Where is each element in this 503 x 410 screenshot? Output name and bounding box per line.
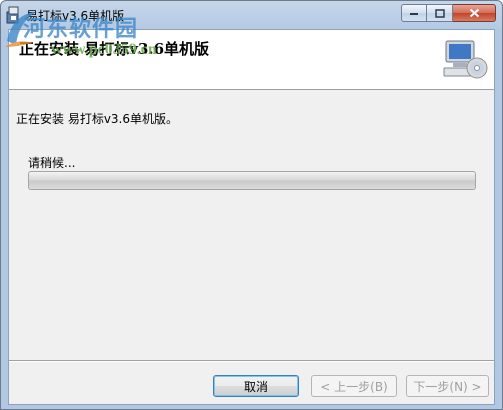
wait-label: 请稍候...: [28, 156, 76, 170]
back-button[interactable]: < 上一步(B): [311, 375, 397, 397]
footer-separator: [9, 360, 494, 362]
install-message: 正在安装 易打标v3.6单机版。: [16, 112, 179, 126]
minimize-button[interactable]: [401, 4, 427, 22]
computer-cd-icon: [442, 38, 488, 82]
install-progress-bar: [28, 171, 476, 190]
installer-window: 易打标v3.6单机版 正在安装 易打标v3.6单机版 正在安装 易打标v3.6单…: [0, 0, 503, 410]
watermark-logo-text: 河东软件园: [23, 16, 139, 42]
minimize-icon: [410, 13, 418, 15]
cancel-button[interactable]: 取消: [213, 375, 299, 397]
close-button[interactable]: [453, 4, 496, 22]
window-controls: [401, 4, 496, 22]
dialog-client-area: 正在安装 易打标v3.6单机版 正在安装 易打标v3.6单机版。 请稍候... …: [8, 29, 495, 405]
maximize-icon: [434, 8, 445, 18]
close-icon: [469, 8, 479, 18]
next-button[interactable]: 下一步(N) >: [406, 375, 489, 397]
watermark-url: www.pc0359.cn: [51, 41, 157, 58]
maximize-button[interactable]: [427, 4, 453, 22]
